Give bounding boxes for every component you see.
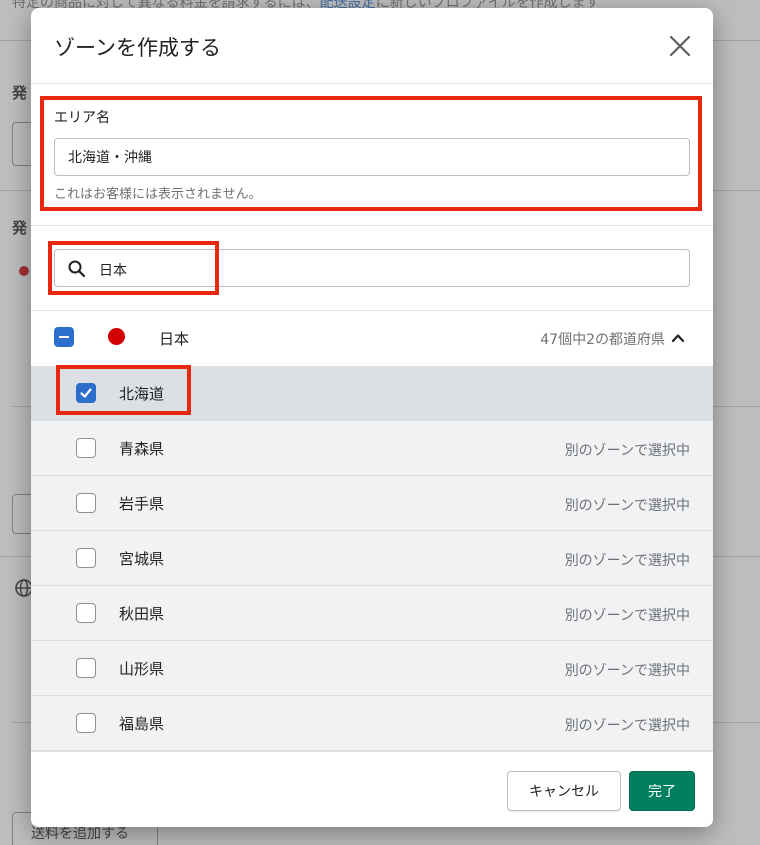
prefecture-status: 別のゾーンで選択中 (564, 663, 690, 679)
list-item[interactable]: 北海道 (31, 366, 713, 421)
prefecture-checkbox[interactable] (76, 713, 96, 733)
background-section-label: 発 (12, 219, 28, 237)
search-input[interactable]: 日本 (54, 249, 690, 287)
country-row-japan[interactable]: 日本 47個中2の都道府県 (31, 311, 713, 366)
area-name-label: エリア名 (54, 110, 110, 126)
background-section-label: 発 (12, 84, 28, 102)
list-item[interactable]: 岩手県 別のゾーンで選択中 (31, 476, 713, 531)
list-item[interactable]: 山形県 別のゾーンで選択中 (31, 641, 713, 696)
prefecture-status: 別のゾーンで選択中 (564, 498, 690, 514)
prefecture-checkbox[interactable] (76, 548, 96, 568)
modal-title: ゾーンを作成する (54, 36, 221, 60)
prefecture-checkbox[interactable] (76, 438, 96, 458)
prefecture-name: 北海道 (119, 385, 165, 403)
search-value: 日本 (99, 263, 127, 279)
japan-flag-icon (108, 328, 125, 345)
list-item[interactable]: 宮城県 別のゾーンで選択中 (31, 531, 713, 586)
prefecture-name: 岩手県 (119, 495, 165, 513)
prefecture-list: 北海道 青森県 別のゾーンで選択中 岩手県 別のゾーンで選択中 宮城県 別のゾー… (31, 366, 713, 751)
prefecture-status: 別のゾーンで選択中 (564, 718, 690, 734)
prefecture-name: 山形県 (119, 660, 165, 678)
close-icon (669, 35, 691, 57)
background-flag-dot (19, 266, 29, 276)
country-name: 日本 (159, 330, 190, 348)
prefecture-status: 別のゾーンで選択中 (564, 443, 690, 459)
area-name-section: エリア名 これはお客様には表示されません。 (31, 84, 713, 226)
list-item[interactable]: 青森県 別のゾーンで選択中 (31, 421, 713, 476)
prefecture-name: 秋田県 (119, 605, 165, 623)
chevron-up-icon[interactable] (671, 331, 685, 345)
modal-footer: キャンセル 完了 (31, 751, 713, 827)
list-item[interactable]: 福島県 別のゾーンで選択中 (31, 696, 713, 751)
country-selection-count: 47個中2の都道府県 (540, 332, 665, 348)
prefecture-checkbox[interactable] (76, 493, 96, 513)
modal-header: ゾーンを作成する (31, 8, 713, 84)
prefecture-status: 別のゾーンで選択中 (564, 553, 690, 569)
prefecture-status: 別のゾーンで選択中 (564, 608, 690, 624)
country-checkbox[interactable] (54, 327, 74, 347)
cancel-button[interactable]: キャンセル (507, 771, 621, 811)
prefecture-name: 宮城県 (119, 550, 165, 568)
area-name-help-text: これはお客様には表示されません。 (54, 187, 262, 202)
prefecture-name: 青森県 (119, 440, 165, 458)
prefecture-checkbox[interactable] (76, 658, 96, 678)
create-zone-modal: ゾーンを作成する エリア名 これはお客様には表示されません。 日本 日本 47個… (31, 8, 713, 827)
search-icon (68, 260, 86, 278)
prefecture-checkbox[interactable] (76, 603, 96, 623)
done-button[interactable]: 完了 (629, 771, 695, 811)
close-button[interactable] (665, 31, 695, 61)
search-section: 日本 (31, 226, 713, 311)
prefecture-checkbox[interactable] (76, 383, 96, 403)
list-item[interactable]: 秋田県 別のゾーンで選択中 (31, 586, 713, 641)
area-name-input[interactable] (54, 138, 690, 176)
checkmark-icon (80, 388, 92, 398)
prefecture-name: 福島県 (119, 715, 165, 733)
